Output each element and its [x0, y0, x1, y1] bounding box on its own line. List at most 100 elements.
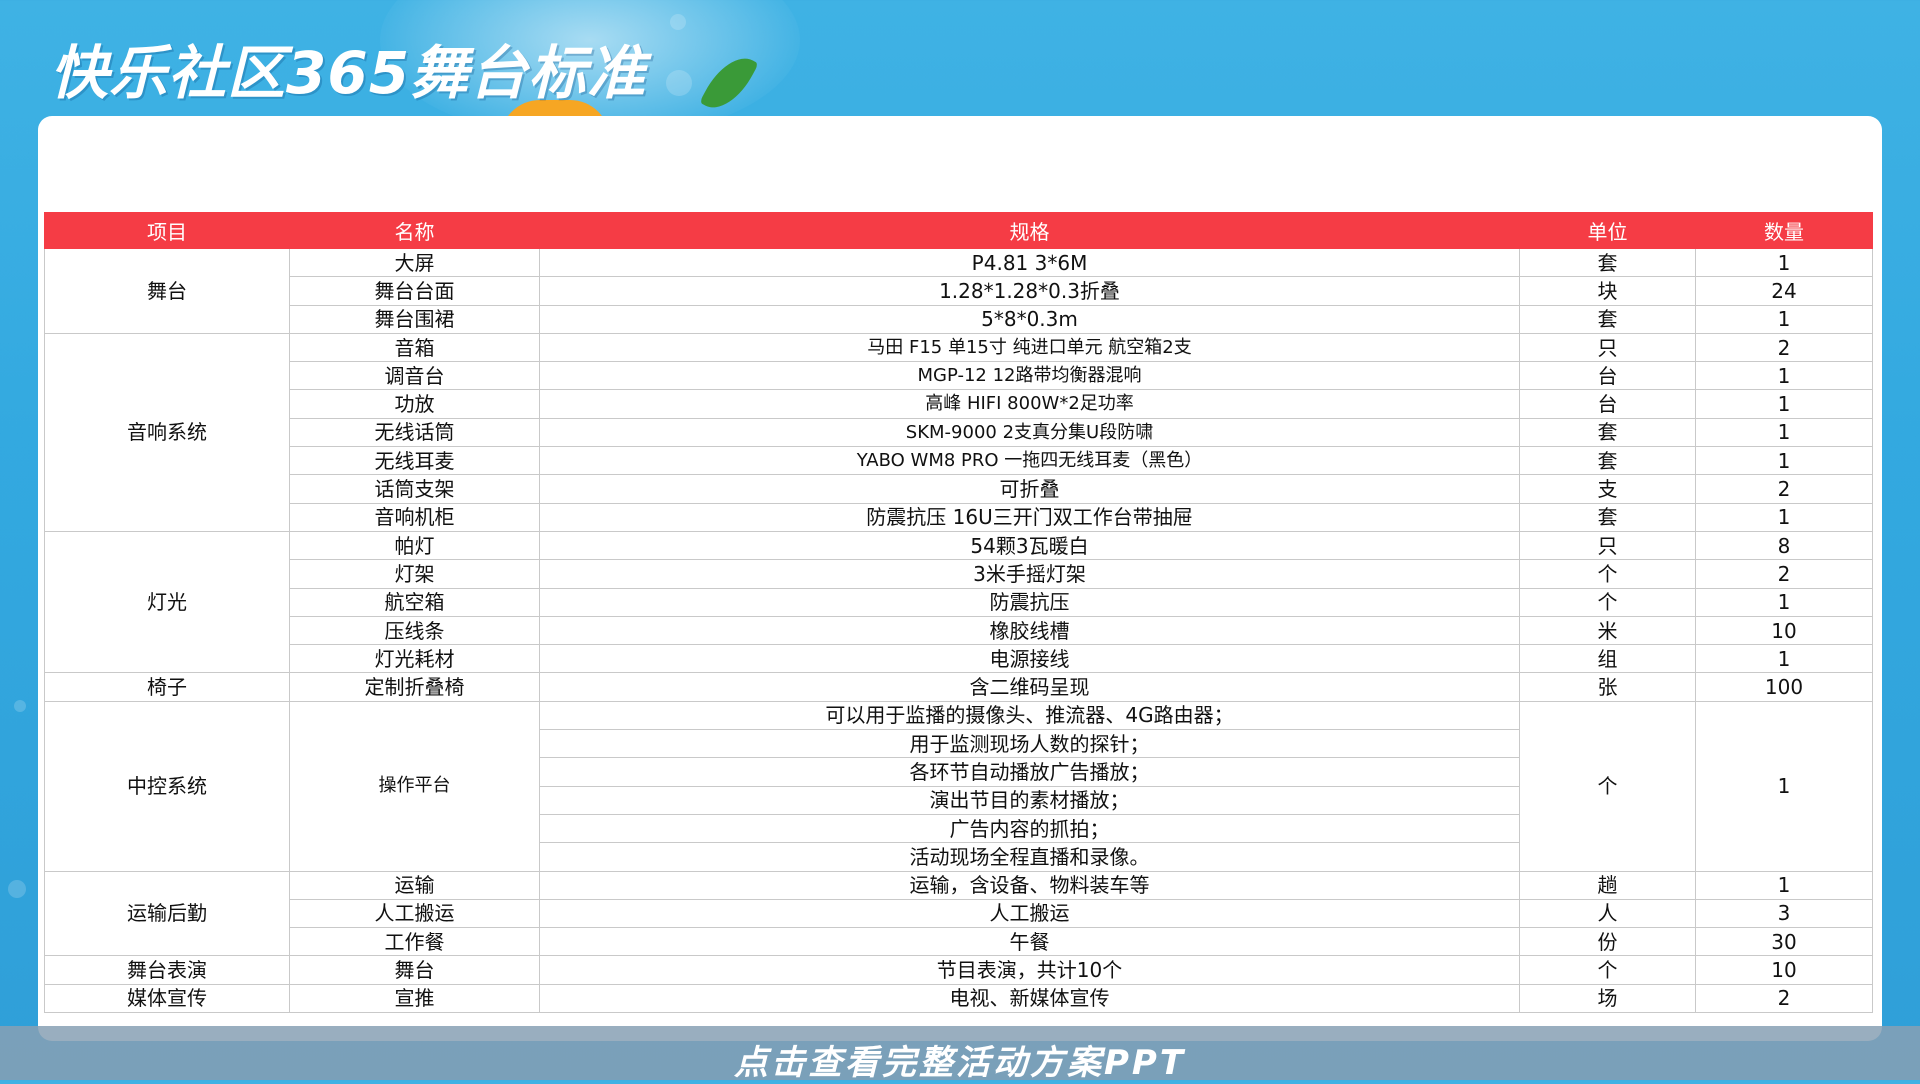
unit-cell: 套: [1519, 304, 1696, 334]
spec-cell: 广告内容的抓拍；: [539, 813, 1520, 844]
item-name-cell: 宣推: [289, 983, 540, 1014]
spec-cell: 1.28*1.28*0.3折叠: [539, 276, 1520, 306]
spec-cell: 演出节目的素材播放；: [539, 785, 1520, 815]
spec-cell: 午餐: [539, 927, 1520, 957]
quantity-cell: 2: [1695, 474, 1873, 504]
table-row: 无线耳麦 YABO WM8 PRO 一拖四无线耳麦（黑色） 套 1: [45, 446, 1873, 476]
table-row: 调音台 MGP-12 12路带均衡器混响 台 1: [45, 361, 1873, 391]
water-drop-decoration: [8, 880, 26, 898]
spec-cell: 高峰 HIFI 800W*2足功率: [539, 389, 1520, 419]
header-quantity: 数量: [1695, 212, 1873, 249]
category-cell: 运输后勤: [44, 870, 290, 957]
quantity-cell: 10: [1695, 955, 1873, 985]
item-name-cell: 无线话筒: [289, 417, 540, 448]
spec-cell: 马田 F15 单15寸 纯进口单元 航空箱2支: [539, 332, 1520, 363]
unit-cell: 套: [1519, 247, 1696, 278]
quantity-cell: 2: [1695, 983, 1873, 1014]
item-name-cell: 话筒支架: [289, 474, 540, 504]
item-name-cell: 航空箱: [289, 587, 540, 617]
quantity-cell: 3: [1695, 898, 1873, 929]
item-name-cell: 舞台: [289, 955, 540, 985]
quantity-cell: 1: [1695, 700, 1873, 872]
table-row: 音响机柜 防震抗压 16U三开门双工作台带抽屉 套 1: [45, 502, 1873, 532]
table-row: 媒体宣传 宣推 电视、新媒体宣传 场 2: [44, 983, 1873, 1014]
item-name-cell: 调音台: [289, 361, 540, 391]
unit-cell: 组: [1519, 644, 1696, 674]
spec-cell: 54颗3瓦暖白: [539, 530, 1520, 561]
table-row: 人工搬运 人工搬运 人 3: [45, 898, 1873, 929]
item-name-cell: 舞台台面: [289, 276, 540, 306]
spec-cell: 防震抗压: [539, 587, 1520, 617]
unit-cell: 套: [1519, 446, 1696, 476]
spec-cell: 可以用于监播的摄像头、推流器、4G路由器；: [539, 700, 1520, 731]
spec-cell: 橡胶线槽: [539, 615, 1520, 646]
table-row: 中控系统 操作平台 可以用于监播的摄像头、推流器、4G路由器； 个 1: [44, 700, 1873, 872]
quantity-cell: 1: [1695, 644, 1873, 674]
item-name-cell: 大屏: [289, 247, 540, 278]
item-name-cell: 操作平台: [289, 700, 540, 872]
unit-cell: 米: [1519, 615, 1696, 646]
unit-cell: 台: [1519, 389, 1696, 419]
spec-cell: 用于监测现场人数的探针；: [539, 729, 1520, 759]
unit-cell: 个: [1519, 559, 1696, 589]
table-row: 椅子 定制折叠椅 含二维码呈现 张 100: [44, 672, 1873, 702]
spec-cell: 含二维码呈现: [539, 672, 1520, 702]
item-name-cell: 音箱: [289, 332, 540, 363]
unit-cell: 场: [1519, 983, 1696, 1014]
spec-cell: 可折叠: [539, 474, 1520, 504]
table-row: 舞台围裙 5*8*0.3m 套 1: [45, 304, 1873, 334]
table-row: 舞台台面 1.28*1.28*0.3折叠 块 24: [45, 276, 1873, 306]
unit-cell: 支: [1519, 474, 1696, 504]
view-full-plan-link[interactable]: 点击查看完整活动方案PPT: [0, 1035, 1920, 1084]
spec-cell: P4.81 3*6M: [539, 247, 1520, 278]
category-cell: 音响系统: [44, 332, 290, 532]
header-category: 项目: [44, 212, 290, 249]
item-name-cell: 压线条: [289, 615, 540, 646]
category-cell: 灯光: [44, 530, 290, 674]
unit-cell: 台: [1519, 361, 1696, 391]
water-drop-decoration: [670, 14, 686, 30]
spec-cell: 电视、新媒体宣传: [539, 983, 1520, 1014]
table-row: 工作餐 午餐 份 30: [45, 927, 1873, 957]
item-name-cell: 灯架: [289, 559, 540, 589]
header-name: 名称: [289, 212, 540, 249]
quantity-cell: 1: [1695, 361, 1873, 391]
quantity-cell: 2: [1695, 559, 1873, 589]
unit-cell: 只: [1519, 332, 1696, 363]
category-cell: 舞台: [44, 248, 290, 334]
unit-cell: 个: [1519, 955, 1696, 985]
table-row: 灯架 3米手摇灯架 个 2: [45, 559, 1873, 589]
spec-cell: 各环节自动播放广告播放；: [539, 757, 1520, 787]
table-header-row: 项目 名称 规格 单位 数量: [44, 212, 1873, 249]
spec-cell: 节目表演，共计10个: [539, 955, 1520, 985]
table-row: 舞台表演 舞台 节目表演，共计10个 个 10: [44, 955, 1873, 985]
spec-cell: 3米手摇灯架: [539, 559, 1520, 589]
spec-cell: 运输，含设备、物料装车等: [539, 870, 1520, 900]
quantity-cell: 100: [1695, 672, 1873, 702]
unit-cell: 趟: [1519, 870, 1696, 900]
item-name-cell: 帕灯: [289, 530, 540, 561]
unit-cell: 个: [1519, 700, 1696, 872]
quantity-cell: 1: [1695, 587, 1873, 617]
spec-cell: 5*8*0.3m: [539, 304, 1520, 334]
table-row: 话筒支架 可折叠 支 2: [45, 474, 1873, 504]
spec-cell: 人工搬运: [539, 898, 1520, 929]
unit-cell: 套: [1519, 502, 1696, 532]
spec-cell: MGP-12 12路带均衡器混响: [539, 361, 1520, 391]
equipment-spec-table: 项目 名称 规格 单位 数量 舞台 大屏 P4.81 3*6M 套 1 舞台台面…: [44, 212, 1873, 1014]
table-row: 灯光耗材 电源接线 组 1: [45, 644, 1873, 674]
unit-cell: 套: [1519, 417, 1696, 448]
table-row: 压线条 橡胶线槽 米 10: [45, 615, 1873, 646]
spec-cell: 电源接线: [539, 644, 1520, 674]
quantity-cell: 1: [1695, 446, 1873, 476]
item-name-cell: 音响机柜: [289, 502, 540, 532]
unit-cell: 块: [1519, 276, 1696, 306]
category-cell: 舞台表演: [44, 955, 290, 985]
category-cell: 中控系统: [44, 700, 290, 872]
table-row: 功放 高峰 HIFI 800W*2足功率 台 1: [45, 389, 1873, 419]
unit-cell: 张: [1519, 672, 1696, 702]
item-name-cell: 舞台围裙: [289, 304, 540, 334]
quantity-cell: 1: [1695, 870, 1873, 900]
quantity-cell: 10: [1695, 615, 1873, 646]
unit-cell: 只: [1519, 530, 1696, 561]
